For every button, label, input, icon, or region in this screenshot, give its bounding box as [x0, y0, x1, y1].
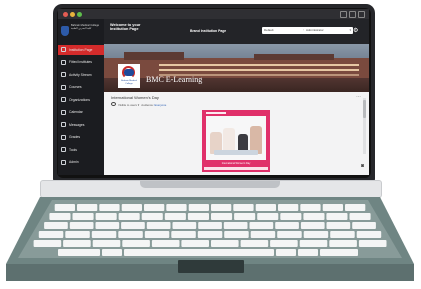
keyboard-key[interactable] [69, 222, 94, 229]
keyboard-key[interactable] [233, 204, 254, 211]
keyboard-key[interactable] [187, 213, 209, 220]
laptop-base [6, 197, 414, 281]
keyboard-key[interactable] [49, 213, 71, 220]
keyboard-key[interactable] [181, 240, 209, 247]
keyboard-key[interactable] [146, 222, 171, 229]
view-as-value: Administrator [306, 28, 324, 32]
keyboard-key[interactable] [298, 249, 318, 256]
keyboard-key[interactable] [255, 204, 276, 211]
keyboard-key[interactable] [250, 231, 276, 238]
keyboard-key[interactable] [275, 222, 299, 229]
keyboard-key[interactable] [188, 204, 209, 211]
keyboard-key[interactable] [303, 231, 329, 238]
keyboard-key[interactable] [322, 204, 343, 211]
keyboard-key[interactable] [121, 204, 142, 211]
keyboard-key[interactable] [95, 222, 120, 229]
keyboard-key[interactable] [102, 249, 122, 256]
keyboard-key[interactable] [223, 222, 248, 229]
keyboard-key[interactable] [144, 204, 165, 211]
keyboard-key[interactable] [211, 204, 232, 211]
keyboard-key[interactable] [240, 240, 269, 247]
keyboard-key[interactable] [358, 240, 387, 247]
keyboard-key[interactable] [249, 222, 274, 229]
keyboard-key[interactable] [72, 213, 94, 220]
keyboard-key[interactable] [352, 222, 376, 229]
keyboard-key[interactable] [326, 213, 348, 220]
keyboard-key[interactable] [166, 204, 187, 211]
keyboard-key[interactable] [211, 213, 233, 220]
keyboard-key[interactable] [197, 231, 223, 238]
keyboard-key[interactable] [234, 213, 256, 220]
keyboard-key[interactable] [65, 231, 90, 238]
keyboard-key[interactable] [124, 249, 274, 256]
keyboard-key[interactable] [151, 240, 180, 247]
keyboard-key[interactable] [54, 204, 75, 211]
keyboard-key[interactable] [276, 249, 296, 256]
keyboard-key[interactable] [118, 231, 143, 238]
keyboard-key[interactable] [280, 213, 302, 220]
keyboard-key[interactable] [326, 222, 351, 229]
keyboard-key[interactable] [329, 240, 357, 247]
keyboard-key[interactable] [303, 213, 325, 220]
keyboard-key[interactable] [224, 231, 249, 238]
keyboard-key[interactable] [92, 240, 121, 247]
touchpad[interactable] [178, 260, 244, 273]
keyboard-key[interactable] [320, 249, 358, 256]
keyboard-key[interactable] [277, 231, 302, 238]
keyboard-key[interactable] [299, 240, 328, 247]
keyboard-key[interactable] [164, 213, 186, 220]
keyboard-key[interactable] [356, 231, 382, 238]
keyboard-key[interactable] [171, 231, 196, 238]
keyboard-key[interactable] [211, 240, 239, 247]
keyboard-key[interactable] [121, 222, 145, 229]
keyboard-key[interactable] [172, 222, 197, 229]
keyboard-key[interactable] [270, 240, 298, 247]
keyboard-key[interactable] [330, 231, 355, 238]
keyboard-key[interactable] [99, 204, 120, 211]
keyboard-key[interactable] [257, 213, 279, 220]
keyboard-key[interactable] [122, 240, 150, 247]
keyboard-key[interactable] [278, 204, 299, 211]
keyboard-key[interactable] [58, 249, 100, 256]
keyboard-key[interactable] [63, 240, 91, 247]
keyboard-key[interactable] [300, 222, 325, 229]
keyboard-key[interactable] [33, 240, 62, 247]
keyboard-key[interactable] [300, 204, 321, 211]
keyboard-key[interactable] [144, 231, 170, 238]
chevron-down-icon: ▾ [349, 28, 351, 32]
keyboard-key[interactable] [198, 222, 222, 229]
keyboard-key[interactable] [44, 222, 68, 229]
keyboard-key[interactable] [77, 204, 98, 211]
view-as-select[interactable]: Administrator ▾ [304, 27, 353, 34]
keyboard-key[interactable] [345, 204, 366, 211]
keyboard-key[interactable] [91, 231, 117, 238]
keyboard-key[interactable] [349, 213, 371, 220]
keyboard-key[interactable] [118, 213, 140, 220]
keyboard-key[interactable] [141, 213, 163, 220]
keyboard-key[interactable] [38, 231, 64, 238]
keyboard-key[interactable] [95, 213, 117, 220]
